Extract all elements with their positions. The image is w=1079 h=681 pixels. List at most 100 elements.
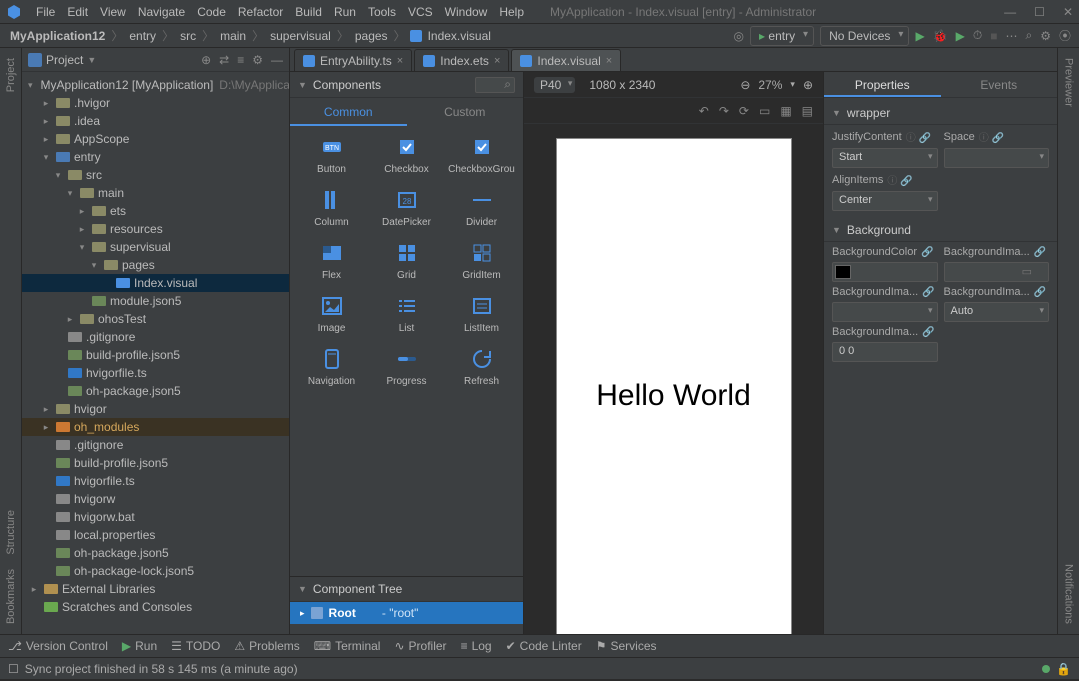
collapse-icon[interactable]: ≡ (237, 53, 244, 67)
gear-icon[interactable]: ⚙ (252, 53, 263, 67)
bgcolor-value[interactable] (832, 262, 938, 282)
component-griditem[interactable]: GridItem (446, 240, 518, 281)
justify-value[interactable]: Start (832, 148, 938, 168)
menu-edit[interactable]: Edit (61, 5, 94, 19)
tree--idea[interactable]: ▸.idea (22, 112, 289, 130)
component-flex[interactable]: Flex (296, 240, 368, 281)
tree-main[interactable]: ▾main (22, 184, 289, 202)
bb-vc[interactable]: ⎇Version Control (8, 639, 108, 653)
tab-custom[interactable]: Custom (407, 98, 524, 126)
bb-terminal[interactable]: ⌨Terminal (314, 639, 381, 653)
bb-todo[interactable]: ☰TODO (171, 639, 220, 653)
device-select[interactable]: P40 (534, 77, 575, 93)
component-progress[interactable]: Progress (371, 346, 443, 387)
tree-ohostest[interactable]: ▸ohosTest (22, 310, 289, 328)
expand-icon[interactable]: ⇄ (219, 53, 229, 67)
tree-entry[interactable]: ▾entry (22, 148, 289, 166)
menu-navigate[interactable]: Navigate (132, 5, 191, 19)
zoom-value[interactable]: 27% (758, 78, 782, 92)
tab-events[interactable]: Events (941, 72, 1058, 97)
minimize-icon[interactable]: — (1004, 5, 1016, 19)
space-value[interactable] (944, 148, 1050, 168)
coverage-icon[interactable]: ▶ (956, 29, 965, 43)
user-icon[interactable]: ⦿ (1059, 27, 1071, 44)
tree-build-profile-json5[interactable]: build-profile.json5 (22, 454, 289, 472)
undo-icon[interactable]: ↶ (699, 104, 709, 118)
tree-oh-package-lock-json5[interactable]: oh-package-lock.json5 (22, 562, 289, 580)
component-checkbox[interactable]: Checkbox (371, 134, 443, 175)
tree-myapplication12--myapplication-[interactable]: ▾MyApplication12 [MyApplication]D:\MyApp… (22, 76, 289, 94)
component-button[interactable]: BTNButton (296, 134, 368, 175)
more-icon[interactable]: ⋯ (1005, 29, 1017, 43)
component-refresh[interactable]: Refresh (446, 346, 518, 387)
menu-file[interactable]: File (30, 5, 61, 19)
component-datepicker[interactable]: 28DatePicker (371, 187, 443, 228)
section-background[interactable]: Background (847, 223, 911, 237)
crumb-main[interactable]: main (218, 29, 248, 43)
tree-hvigorw[interactable]: hvigorw (22, 490, 289, 508)
menu-build[interactable]: Build (289, 5, 328, 19)
tree-oh-package-json5[interactable]: oh-package.json5 (22, 544, 289, 562)
bgimg4-value[interactable]: 0 0 (832, 342, 938, 362)
bb-lint[interactable]: ✔Code Linter (506, 639, 582, 653)
menu-code[interactable]: Code (191, 5, 232, 19)
tree-hvigorfile-ts[interactable]: hvigorfile.ts (22, 472, 289, 490)
component-navigation[interactable]: Navigation (296, 346, 368, 387)
align-value[interactable]: Center (832, 191, 938, 211)
bb-problems[interactable]: ⚠Problems (234, 639, 299, 653)
rail-bookmarks[interactable]: Bookmarks (5, 569, 17, 624)
component-listitem[interactable]: ListItem (446, 293, 518, 334)
editor-tab-Index-visual[interactable]: Index.visual× (511, 49, 621, 71)
menu-refactor[interactable]: Refactor (232, 5, 289, 19)
profile-icon[interactable]: ⏱ (973, 28, 982, 43)
tree--gitignore[interactable]: .gitignore (22, 328, 289, 346)
bb-run[interactable]: ▶Run (122, 639, 157, 653)
menu-tools[interactable]: Tools (362, 5, 402, 19)
tab-close-icon[interactable]: × (397, 55, 403, 67)
search-icon[interactable]: ⌕ (1025, 28, 1032, 43)
rail-structure[interactable]: Structure (5, 510, 17, 555)
section-wrapper[interactable]: wrapper (847, 106, 890, 120)
bb-log[interactable]: ≡Log (461, 639, 492, 653)
tree-module-json5[interactable]: module.json5 (22, 292, 289, 310)
component-image[interactable]: Image (296, 293, 368, 334)
rotate-icon[interactable]: ⟳ (739, 104, 749, 118)
tab-common[interactable]: Common (290, 98, 407, 126)
component-list[interactable]: List (371, 293, 443, 334)
rail-project[interactable]: Project (5, 58, 17, 92)
tree-build-profile-json5[interactable]: build-profile.json5 (22, 346, 289, 364)
redo-icon[interactable]: ↷ (719, 104, 729, 118)
run-icon[interactable]: ▶ (915, 29, 924, 43)
bgimg3-value[interactable]: Auto (944, 302, 1050, 322)
tree-scratches-and-consoles[interactable]: Scratches and Consoles (22, 598, 289, 616)
hide-icon[interactable]: — (271, 53, 283, 67)
bgimg-value[interactable]: ▭ (944, 262, 1050, 282)
zoom-out-icon[interactable]: ⊖ (740, 78, 750, 92)
menu-help[interactable]: Help (493, 5, 530, 19)
component-grid[interactable]: Grid (371, 240, 443, 281)
target-icon[interactable]: ◎ (734, 29, 744, 43)
tree-hvigorfile-ts[interactable]: hvigorfile.ts (22, 364, 289, 382)
tree-oh-package-json5[interactable]: oh-package.json5 (22, 382, 289, 400)
tree-local-properties[interactable]: local.properties (22, 526, 289, 544)
component-tree-root[interactable]: ▸ Root - "root" (290, 602, 523, 624)
components-search[interactable] (475, 77, 515, 93)
tree-supervisual[interactable]: ▾supervisual (22, 238, 289, 256)
tree-pages[interactable]: ▾pages (22, 256, 289, 274)
crumb-app[interactable]: MyApplication12 (8, 29, 107, 43)
menu-run[interactable]: Run (328, 5, 362, 19)
component-column[interactable]: Column (296, 187, 368, 228)
crumb-src[interactable]: src (178, 29, 198, 43)
crumb-supervisual[interactable]: supervisual (268, 29, 333, 43)
editor-tab-Index-ets[interactable]: Index.ets× (414, 49, 509, 71)
project-panel-title[interactable]: Project (46, 53, 83, 67)
tree-ets[interactable]: ▸ets (22, 202, 289, 220)
bb-services[interactable]: ⚑Services (596, 639, 657, 653)
zoom-in-icon[interactable]: ⊕ (803, 78, 813, 92)
tree--hvigor[interactable]: ▸.hvigor (22, 94, 289, 112)
menu-view[interactable]: View (94, 5, 132, 19)
tab-properties[interactable]: Properties (824, 72, 941, 97)
grid-icon[interactable]: ▤ (802, 104, 813, 118)
devices-combo[interactable]: No Devices (820, 26, 909, 46)
tree-index-visual[interactable]: Index.visual (22, 274, 289, 292)
